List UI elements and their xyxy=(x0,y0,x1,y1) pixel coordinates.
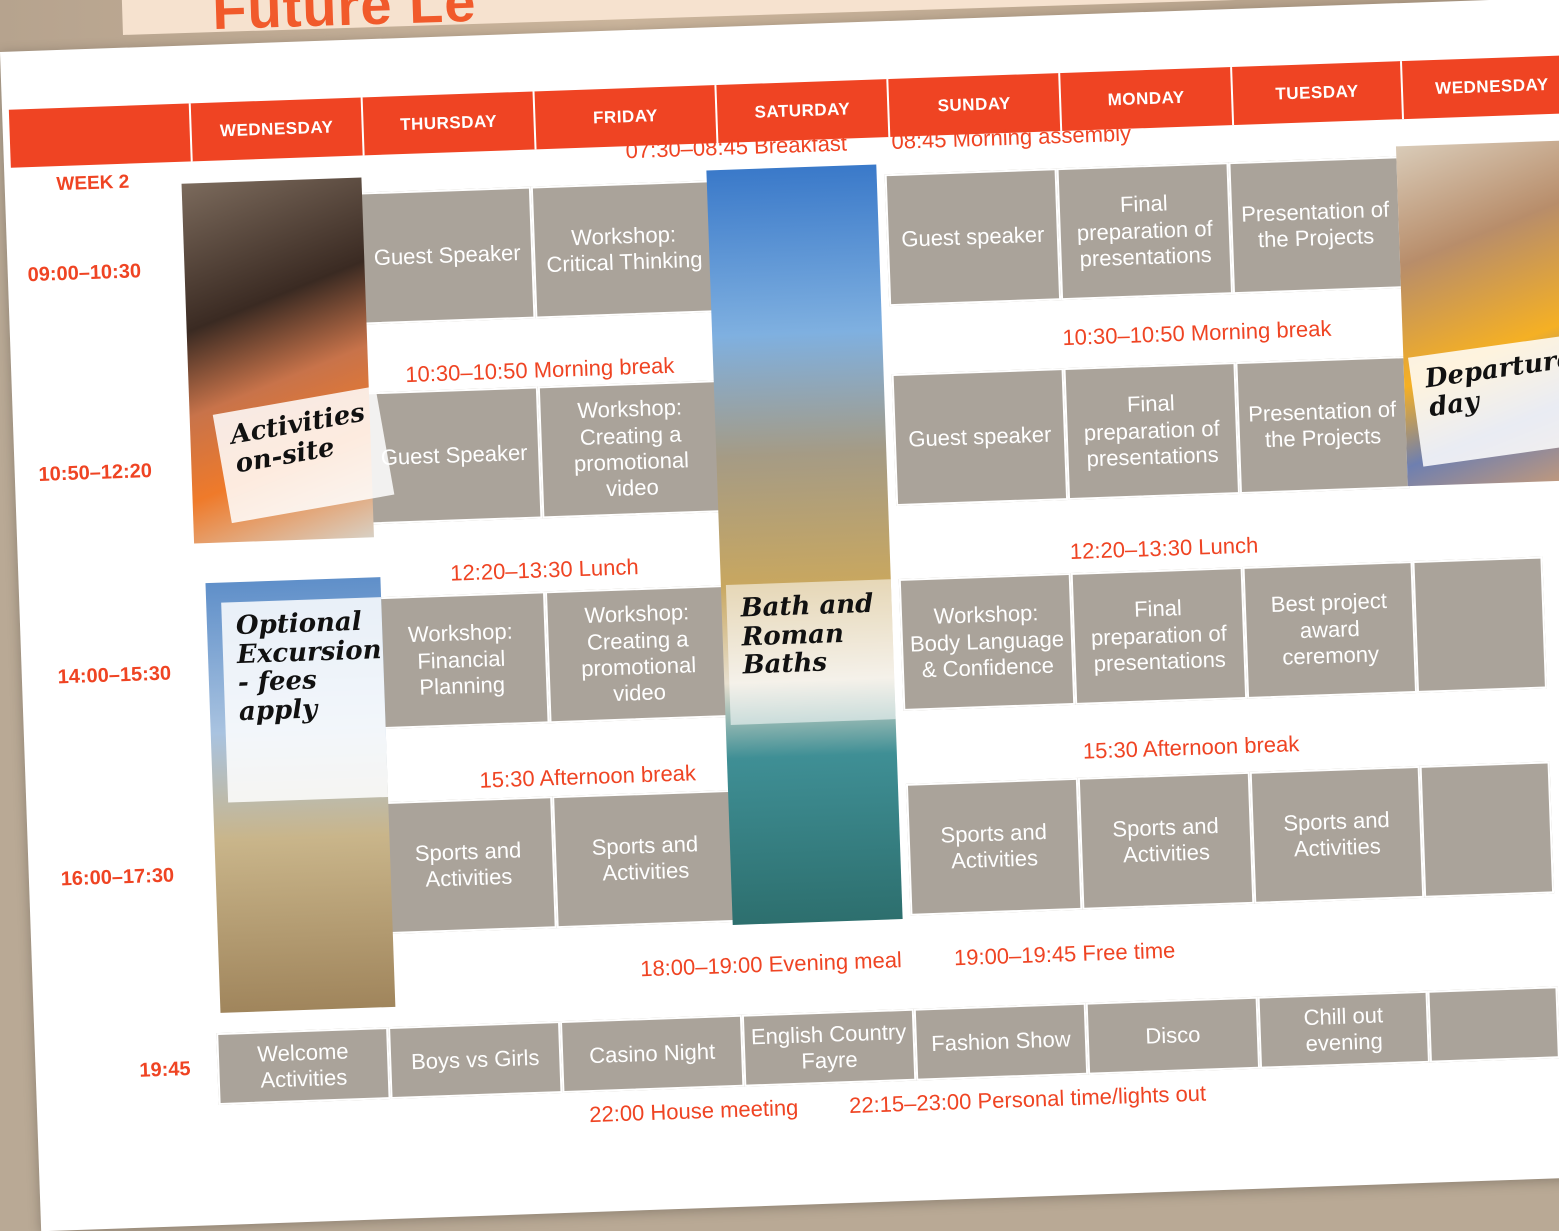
time-slot-1: 09:00–10:30 xyxy=(27,260,142,287)
cell-sun-2: Guest speaker xyxy=(891,368,1069,507)
time-slot-4: 16:00–17:30 xyxy=(60,864,175,891)
cell-thu-5: Boys vs Girls xyxy=(388,1021,563,1100)
cell-wed2-4 xyxy=(1419,761,1555,898)
week-label: WEEK 2 xyxy=(56,171,130,196)
banner-afternoon-break-left: 15:30 Afternoon break xyxy=(479,760,697,793)
cell-fri-5: Casino Night xyxy=(559,1014,745,1094)
cell-fri-3: Workshop: Creating a promotional video xyxy=(544,584,732,724)
time-slot-2: 10:50–12:20 xyxy=(38,459,153,486)
cell-wed2-3 xyxy=(1412,556,1547,693)
cell-mon-3: Final preparation of presentations xyxy=(1070,566,1248,705)
cell-mon-4: Sports and Activities xyxy=(1077,771,1255,910)
cell-tue-1: Presentation of the Projects xyxy=(1228,156,1403,295)
banner-morning-break-right: 10:30–10:50 Morning break xyxy=(1061,315,1332,351)
banner-lunch-right: 12:20–13:30 Lunch xyxy=(1069,532,1259,564)
day-header-wednesday: WEDNESDAY xyxy=(188,97,363,162)
banner-afternoon-break-right: 15:30 Afternoon break xyxy=(1082,731,1300,764)
cell-fri-4: Sports and Activities xyxy=(552,789,739,929)
cell-sun-4: Sports and Activities xyxy=(905,777,1083,916)
cell-mon-1: Final preparation of presentations xyxy=(1056,162,1234,301)
cell-mon-2: Final preparation of presentations xyxy=(1063,362,1240,501)
time-slot-3: 14:00–15:30 xyxy=(57,662,172,689)
cell-mon-5: Disco xyxy=(1085,996,1261,1075)
cell-sat-5: English Country Fayre xyxy=(741,1008,917,1087)
photo-bath-abbey xyxy=(706,164,903,925)
cell-thu-3: Workshop: Financial Planning xyxy=(373,591,550,730)
cell-tue-3: Best project award ceremony xyxy=(1242,561,1418,699)
cell-thu-1: Guest Speaker xyxy=(358,186,536,325)
cell-thu-4: Sports and Activities xyxy=(380,796,557,935)
cell-thu-2: Guest Speaker xyxy=(365,386,543,525)
banner-evening-meal: 18:00–19:00 Evening meal xyxy=(639,947,903,982)
day-header-wednesday-2: WEDNESDAY xyxy=(1399,54,1559,120)
cell-sun-1: Guest speaker xyxy=(884,168,1062,307)
cell-fri-2: Workshop: Creating a promotional video xyxy=(537,380,725,519)
note-departures-day: Departures day xyxy=(1408,335,1559,467)
cell-tue-2: Presentation of the Projects xyxy=(1235,356,1410,495)
day-header-thursday: THURSDAY xyxy=(360,91,535,156)
banner-lunch-left: 12:20–13:30 Lunch xyxy=(449,554,640,586)
banner-free-time: 19:00–19:45 Free time xyxy=(953,937,1176,971)
day-header-tuesday: TUESDAY xyxy=(1230,61,1403,126)
cell-sun-3: Workshop: Body Language & Confidence xyxy=(898,572,1076,711)
cell-wed2-5 xyxy=(1427,986,1559,1063)
timetable: WEDNESDAY THURSDAY FRIDAY SATURDAY SUNDA… xyxy=(0,0,1559,1127)
time-slot-5: 19:45 xyxy=(139,1058,191,1082)
cell-tue-4: Sports and Activities xyxy=(1249,765,1425,904)
note-bath-roman-baths: Bath and Roman Baths xyxy=(725,579,896,725)
cell-wed-5: Welcome Activities xyxy=(216,1027,391,1106)
cell-sun-5: Fashion Show xyxy=(913,1002,1089,1081)
note-optional-excursion: Optional Excursion - fees apply xyxy=(221,597,389,803)
cell-fri-1: Workshop: Critical Thinking xyxy=(530,180,718,319)
cell-tue-5: Chill out evening xyxy=(1257,990,1430,1069)
